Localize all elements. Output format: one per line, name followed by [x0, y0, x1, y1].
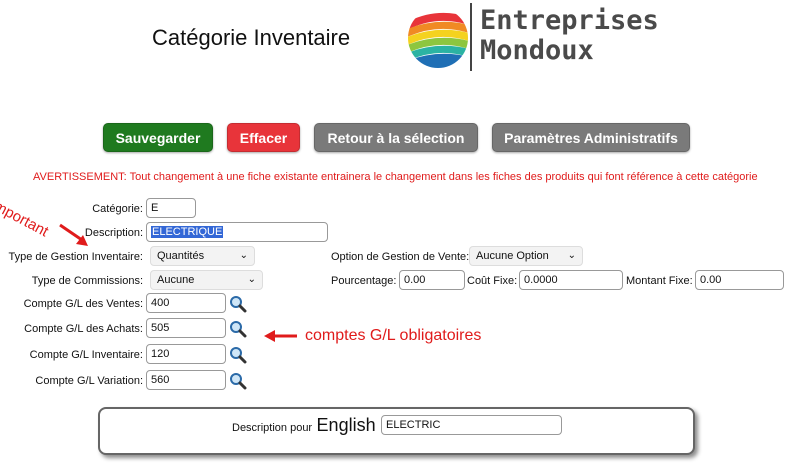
gl-required-annotation: comptes G/L obligatoires	[305, 327, 482, 344]
english-description-label: Description pour English	[232, 415, 376, 436]
search-icon[interactable]	[229, 372, 247, 390]
fixed-amount-label: Montant Fixe:	[626, 275, 693, 287]
english-description-input[interactable]: ELECTRIC	[381, 415, 562, 435]
search-icon[interactable]	[229, 346, 247, 364]
inventory-management-value: Quantités	[157, 250, 205, 262]
sales-account-label: Compte G/L des Ventes:	[23, 298, 143, 310]
description-input[interactable]: ELECTRIQUE	[146, 222, 328, 242]
commission-type-select[interactable]: Aucune ⌄	[150, 270, 263, 290]
logo-line-2: Mondoux	[480, 35, 594, 66]
logo-divider	[470, 3, 472, 71]
chevron-down-icon: ⌄	[567, 250, 576, 261]
warning-message: AVERTISSEMENT: Tout changement à une fic…	[33, 171, 758, 183]
important-annotation: important	[0, 196, 52, 241]
logo-text: Entreprises Mondoux	[480, 6, 659, 66]
chevron-down-icon: ⌄	[247, 274, 256, 285]
page-title: Catégorie Inventaire	[152, 25, 351, 50]
commission-type-label: Type de Commissions:	[31, 275, 143, 287]
category-input[interactable]: E	[146, 198, 196, 218]
purchase-account-input[interactable]: 505	[146, 318, 226, 338]
sale-option-select[interactable]: Aucune Option ⌄	[469, 246, 583, 266]
sale-option-label: Option de Gestion de Vente:	[331, 251, 470, 263]
variation-account-input[interactable]: 560	[146, 370, 226, 390]
fixed-amount-input[interactable]: 0.00	[695, 270, 784, 290]
admin-settings-button[interactable]: Paramètres Administratifs	[492, 123, 690, 152]
search-icon[interactable]	[229, 320, 247, 338]
english-description-prefix: Description pour	[232, 422, 313, 434]
arrow-icon	[264, 330, 297, 342]
back-to-selection-button[interactable]: Retour à la sélection	[314, 123, 478, 152]
fixed-cost-label: Coût Fixe:	[467, 275, 518, 287]
clear-button[interactable]: Effacer	[227, 123, 300, 152]
inventory-management-label: Type de Gestion Inventaire:	[8, 251, 143, 263]
logo-icon	[408, 8, 468, 68]
arrow-icon	[59, 223, 88, 246]
variation-account-label: Compte G/L Variation:	[35, 375, 143, 387]
logo-line-1: Entreprises	[480, 5, 659, 36]
percentage-label: Pourcentage:	[331, 275, 397, 287]
commission-type-value: Aucune	[157, 274, 195, 286]
purchase-account-label: Compte G/L des Achats:	[24, 323, 143, 335]
sale-option-value: Aucune Option	[476, 250, 549, 262]
save-button[interactable]: Sauvegarder	[103, 123, 213, 152]
sales-account-input[interactable]: 400	[146, 293, 226, 313]
percentage-input[interactable]: 0.00	[399, 270, 465, 290]
search-icon[interactable]	[229, 295, 247, 313]
fixed-cost-input[interactable]: 0.0000	[519, 270, 623, 290]
description-label: Description:	[84, 227, 143, 239]
inventory-management-select[interactable]: Quantités ⌄	[150, 246, 255, 266]
category-label: Catégorie:	[92, 203, 143, 215]
inventory-account-label: Compte G/L Inventaire:	[29, 349, 143, 361]
english-language-name: English	[316, 415, 376, 435]
description-selected-text: ELECTRIQUE	[151, 226, 224, 238]
chevron-down-icon: ⌄	[239, 250, 248, 261]
inventory-account-input[interactable]: 120	[146, 344, 226, 364]
